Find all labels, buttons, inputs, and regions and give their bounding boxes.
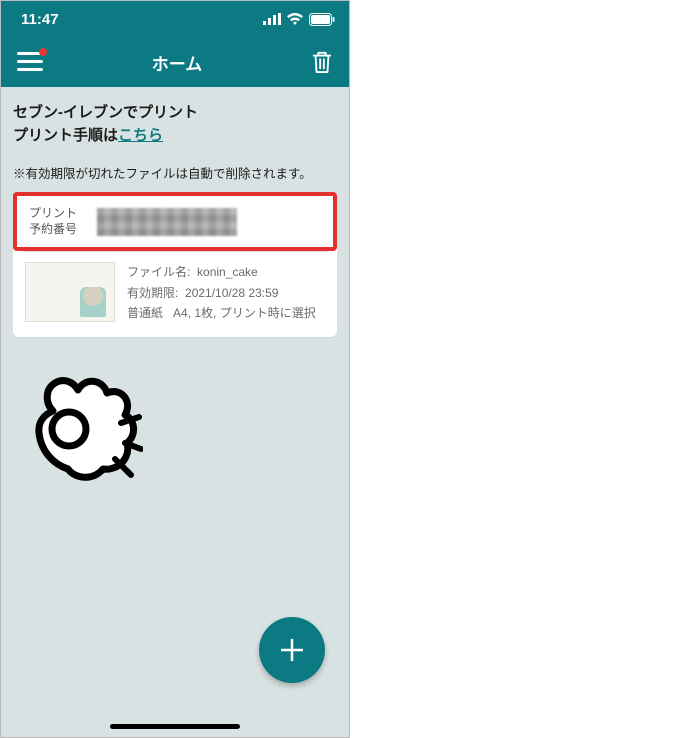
file-name-value: konin_cake [197, 265, 258, 279]
file-meta: ファイル名: konin_cake 有効期限: 2021/10/28 23:59… [127, 262, 316, 323]
card-body: ファイル名: konin_cake 有効期限: 2021/10/28 23:59… [13, 252, 337, 337]
expiry-value: 2021/10/28 23:59 [185, 286, 278, 300]
ok-hand-icon [13, 359, 143, 489]
page-title: ホーム [43, 50, 311, 75]
heading-line2: プリント手順はこちら [13, 124, 337, 145]
heading-prefix: プリント手順は [13, 127, 118, 144]
paper-value: A4, 1枚, プリント時に選択 [173, 306, 316, 320]
app-bar: ホーム [1, 37, 349, 87]
expiry-note: ※有効期限が切れたファイルは自動で削除されます。 [13, 163, 337, 182]
notification-dot-icon [39, 48, 47, 56]
content-area: セブン-イレブンでプリント プリント手順はこちら ※有効期限が切れたファイルは自… [1, 87, 349, 337]
reservation-label: プリント 予約番号 [29, 206, 77, 237]
delete-button[interactable] [311, 50, 333, 74]
expiry-label: 有効期限: [127, 286, 178, 300]
instructions-link[interactable]: こちら [118, 127, 163, 144]
file-card[interactable]: プリント 予約番号 ファイル名: konin_cake 有効期限: 2021/1… [13, 192, 337, 337]
wifi-icon [286, 13, 304, 26]
file-name-label: ファイル名: [127, 265, 190, 279]
heading-line1: セブン-イレブンでプリント [13, 101, 337, 122]
file-thumbnail [25, 262, 115, 322]
reservation-label-l2: 予約番号 [29, 222, 77, 238]
reservation-label-l1: プリント [29, 206, 77, 222]
menu-button[interactable] [17, 52, 43, 72]
signal-icon [263, 13, 281, 25]
add-file-button[interactable] [259, 617, 325, 683]
phone-frame: 11:47 ホーム セブン-イレブンでプリント プリント手順はこちら ※有効期限… [0, 0, 350, 738]
status-time: 11:47 [21, 11, 59, 28]
battery-icon [309, 13, 335, 26]
home-indicator[interactable] [110, 724, 240, 729]
reservation-highlight: プリント 予約番号 [13, 192, 337, 251]
paper-label: 普通紙 [127, 306, 163, 320]
status-right [263, 13, 335, 26]
plus-icon [277, 635, 307, 665]
status-bar: 11:47 [1, 1, 349, 37]
reservation-number-censored [97, 208, 237, 236]
